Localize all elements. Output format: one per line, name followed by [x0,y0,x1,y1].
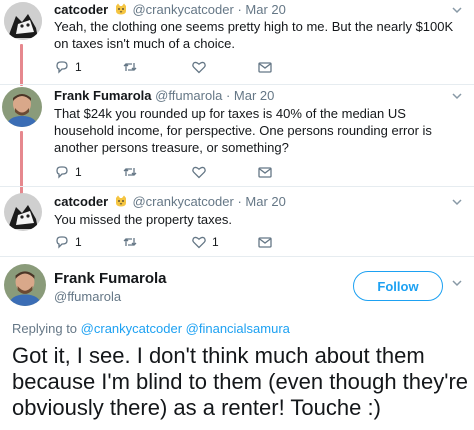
timestamp[interactable]: Mar 20 [245,194,285,209]
avatar[interactable] [2,87,42,127]
heart-icon [192,61,206,74]
focus-avatar[interactable] [4,264,46,306]
reply-button[interactable]: 1 [54,163,82,181]
like-button[interactable]: 1 [191,233,219,251]
avatar[interactable] [4,193,42,231]
tweet-text: Yeah, the clothing one seems pretty high… [54,19,454,51]
timestamp[interactable]: Mar 20 [234,88,274,103]
reply-icon [56,61,68,74]
retweet-button[interactable] [122,58,143,76]
reply-button[interactable]: 1 [54,58,82,76]
avatar[interactable] [4,2,42,40]
like-button[interactable] [191,163,212,181]
focus-tweet-text: Got it, I see. I don't think much about … [12,343,469,420]
reply-icon [56,236,68,249]
replying-to-label: Replying to [12,321,78,336]
display-name[interactable]: Frank Fumarola [54,88,152,103]
reply-icon [56,166,68,179]
message-button[interactable] [257,163,273,181]
tweet-actions: 1 1 [54,233,314,251]
cat-avatar-icon [4,193,42,231]
tweet-3[interactable]: catcoder @crankycatcoder · Mar 20 You mi… [0,187,474,255]
tweet-text: You missed the property taxes. [54,212,233,227]
tweet-header: catcoder @crankycatcoder · Mar 20 [54,2,286,18]
person-avatar-icon [4,264,46,306]
follow-button[interactable]: Follow [353,271,443,301]
mention-link[interactable]: @crankycatcoder [81,321,182,336]
timestamp[interactable]: Mar 20 [245,2,285,17]
tweet-header: Frank Fumarola @ffumarola · Mar 20 [54,88,274,104]
display-name[interactable]: catcoder [54,2,108,17]
reply-count: 1 [75,60,82,74]
handle[interactable]: @ffumarola [155,88,222,103]
tweet-actions: 1 [54,163,314,181]
heart-icon [192,236,206,249]
person-avatar-icon [2,87,42,127]
heart-icon [192,166,206,179]
replying-to: Replying to @crankycatcoder @financialsa… [12,321,290,336]
reply-button[interactable]: 1 [54,233,82,251]
reply-count: 1 [75,235,82,249]
retweet-icon [123,168,137,176]
cat-face-emoji-icon [115,195,126,207]
envelope-icon [258,237,272,248]
focus-display-name[interactable]: Frank Fumarola [54,270,167,287]
display-name[interactable]: catcoder [54,194,108,209]
separator-dot: · [225,88,231,103]
chevron-down-icon[interactable] [450,195,464,209]
mention-link[interactable]: @financialsamura [186,321,290,336]
handle[interactable]: @crankycatcoder [132,194,233,209]
chevron-down-icon[interactable] [450,276,464,290]
focus-handle[interactable]: @ffumarola [54,289,121,304]
retweet-icon [123,238,137,246]
tweet-text: That $24k you rounded up for taxes is 40… [54,106,432,155]
chevron-down-icon[interactable] [450,3,464,17]
divider [0,256,474,257]
separator-dot: · [237,194,242,209]
chevron-down-icon[interactable] [450,89,464,103]
retweet-icon [123,63,137,71]
like-count: 1 [212,235,219,249]
retweet-button[interactable] [122,233,143,251]
retweet-button[interactable] [122,163,143,181]
tweet-1[interactable]: catcoder @crankycatcoder · Mar 20 Yeah, … [0,0,474,84]
tweet-header: catcoder @crankycatcoder · Mar 20 [54,194,286,210]
tweet-actions: 1 [54,58,314,76]
like-button[interactable] [191,58,212,76]
message-button[interactable] [257,233,273,251]
envelope-icon [258,167,272,178]
tweet-2[interactable]: Frank Fumarola @ffumarola · Mar 20 That … [0,85,474,193]
separator-dot: · [237,2,242,17]
envelope-icon [258,62,272,73]
cat-face-emoji-icon [115,3,126,15]
message-button[interactable] [257,58,273,76]
reply-count: 1 [75,165,82,179]
cat-avatar-icon [4,2,42,40]
handle[interactable]: @crankycatcoder [132,2,233,17]
